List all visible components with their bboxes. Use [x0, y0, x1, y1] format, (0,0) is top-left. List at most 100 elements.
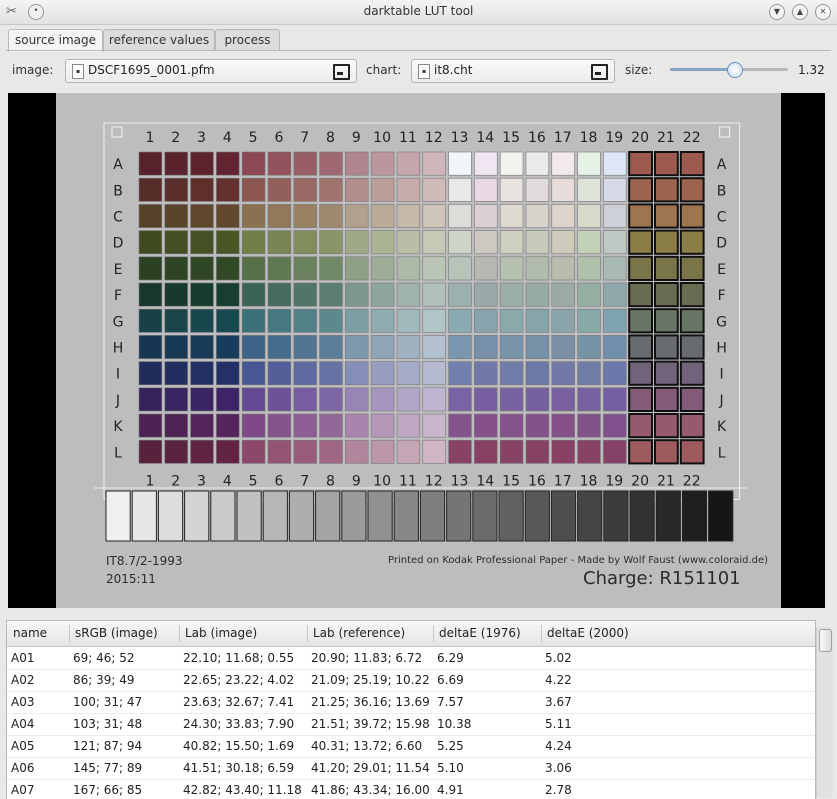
color-patch	[396, 439, 421, 464]
color-patch	[267, 335, 292, 359]
table-cell: 121; 87; 94	[73, 739, 143, 753]
color-patch	[628, 334, 654, 360]
color-patch	[241, 335, 266, 359]
color-patch	[628, 229, 654, 255]
color-patch	[396, 335, 421, 359]
table-cell: 10.38	[437, 717, 472, 731]
column-number-top: 22	[683, 130, 701, 146]
table-cell: 69; 46; 52	[73, 651, 135, 665]
color-patch	[499, 413, 524, 438]
gray-step-patch	[210, 490, 236, 542]
color-patch	[448, 230, 472, 255]
column-number-bottom: 19	[605, 473, 623, 489]
color-patch	[603, 230, 627, 255]
table-row[interactable]: A06 145; 77; 89 41.51; 30.18; 6.59 41.20; 2…	[7, 757, 815, 780]
row-letter-right: B	[717, 183, 727, 199]
chart-file-chooser[interactable]: ▪ it8.cht	[411, 59, 615, 83]
color-patch	[267, 387, 292, 412]
color-patch	[499, 387, 524, 412]
color-patch	[138, 256, 163, 281]
close-icon[interactable]: ✕	[815, 4, 831, 20]
row-letter-left: H	[113, 341, 124, 357]
gray-step-patch	[577, 490, 603, 542]
color-patch	[679, 229, 705, 255]
color-patch	[241, 413, 266, 438]
table-cell: A05	[11, 739, 35, 753]
row-letter-left: D	[113, 236, 124, 252]
table-row[interactable]: A02 86; 39; 49 22.65; 23.22; 4.02 21.09; 25…	[7, 669, 815, 692]
color-patch	[216, 204, 240, 228]
color-patch	[499, 361, 524, 386]
table-row[interactable]: A05 121; 87; 94 40.82; 15.50; 1.69 40.31; 1…	[7, 735, 815, 758]
color-patch	[551, 151, 575, 176]
pane-splitter[interactable]	[0, 611, 837, 617]
table-cell: A02	[11, 673, 35, 687]
color-patch	[396, 177, 421, 202]
image-file-chooser[interactable]: ▪ DSCF1695_0001.pfm	[65, 59, 357, 83]
maximize-icon[interactable]: ▲	[792, 4, 808, 20]
table-row[interactable]: A03 100; 31; 47 23.63; 32.67; 7.41 21.25; 3…	[7, 691, 815, 714]
image-preview[interactable]: 1 1 2 2 3 3 4 4 5 5 6 6 7 7 8 8 9 9 10 10 11 11 12 12 13 13 14 14 15…	[8, 93, 825, 608]
it8-chart: 1 1 2 2 3 3 4 4 5 5 6 6 7 7 8 8 9 9 10 10 11 11 12 12 13 13 14 14 15…	[56, 93, 781, 608]
tab-reference-values[interactable]: reference values	[103, 29, 215, 51]
size-slider[interactable]	[670, 62, 788, 78]
tab-process[interactable]: process	[215, 29, 280, 51]
color-patch	[499, 308, 524, 333]
color-patch	[216, 439, 240, 464]
color-patch	[448, 204, 472, 228]
color-patch	[422, 151, 446, 176]
column-number-top: 17	[554, 130, 572, 146]
color-patch	[422, 230, 446, 255]
size-slider-handle[interactable]	[726, 62, 743, 78]
image-label: image:	[12, 63, 54, 77]
table-row[interactable]: A01 69; 46; 52 22.10; 11.68; 0.55 20.90; 11…	[7, 647, 815, 670]
column-header-deltae-2000[interactable]: deltaE (2000)	[547, 626, 629, 640]
table-row[interactable]: A04 103; 31; 48 24.30; 33.83; 7.90 21.51; 3…	[7, 713, 815, 736]
color-patch	[654, 203, 679, 229]
color-patch	[448, 335, 472, 359]
patch-table: name sRGB (image) Lab (image) Lab (refer…	[6, 620, 816, 799]
table-cell: 21.09; 25.19; 10.22	[311, 673, 430, 687]
color-patch	[577, 335, 601, 359]
column-header-name[interactable]: name	[13, 626, 47, 640]
column-number-bottom: 20	[631, 473, 649, 489]
color-patch	[293, 151, 317, 176]
column-number-bottom: 17	[554, 473, 572, 489]
column-header-lab-reference[interactable]: Lab (reference)	[313, 626, 405, 640]
table-row[interactable]: A07 167; 66; 85 42.82; 43.40; 11.18 41.86; …	[7, 779, 815, 799]
color-patch	[577, 413, 601, 438]
column-number-top: 4	[223, 130, 232, 146]
color-patch	[267, 361, 292, 386]
gray-step-patch	[446, 490, 472, 542]
column-number-bottom: 10	[373, 473, 391, 489]
minimize-icon[interactable]: ▼	[769, 4, 785, 20]
color-patch	[241, 387, 266, 412]
table-cell: 5.25	[437, 739, 464, 753]
tab-source-image[interactable]: source image	[8, 29, 103, 52]
table-cell: 40.31; 13.72; 6.60	[311, 739, 423, 753]
color-patch	[138, 177, 163, 202]
color-patch	[679, 439, 705, 465]
color-patch	[448, 387, 472, 412]
it8-chart-graphic: 1122334455667788991010111112121313141415…	[94, 122, 747, 542]
color-patch	[577, 177, 601, 202]
color-patch	[577, 282, 601, 307]
row-letter-right: J	[719, 393, 724, 409]
scrollbar-thumb[interactable]	[819, 629, 832, 652]
color-patch	[628, 282, 654, 308]
color-patch	[190, 151, 214, 176]
column-header-deltae-1976[interactable]: deltaE (1976)	[439, 626, 521, 640]
color-patch	[370, 413, 395, 438]
column-header-srgb-image[interactable]: sRGB (image)	[75, 626, 158, 640]
color-patch	[603, 151, 627, 176]
color-patch	[679, 334, 705, 360]
chart-printer-note: Printed on Kodak Professional Paper - Ma…	[388, 555, 769, 566]
color-patch	[499, 282, 524, 307]
color-patch	[679, 360, 705, 386]
table-scrollbar[interactable]	[816, 627, 833, 798]
color-patch	[551, 282, 575, 307]
color-patch	[370, 282, 395, 307]
column-header-lab-image[interactable]: Lab (image)	[185, 626, 257, 640]
color-patch	[241, 282, 266, 307]
file-icon: ▪	[72, 64, 84, 79]
